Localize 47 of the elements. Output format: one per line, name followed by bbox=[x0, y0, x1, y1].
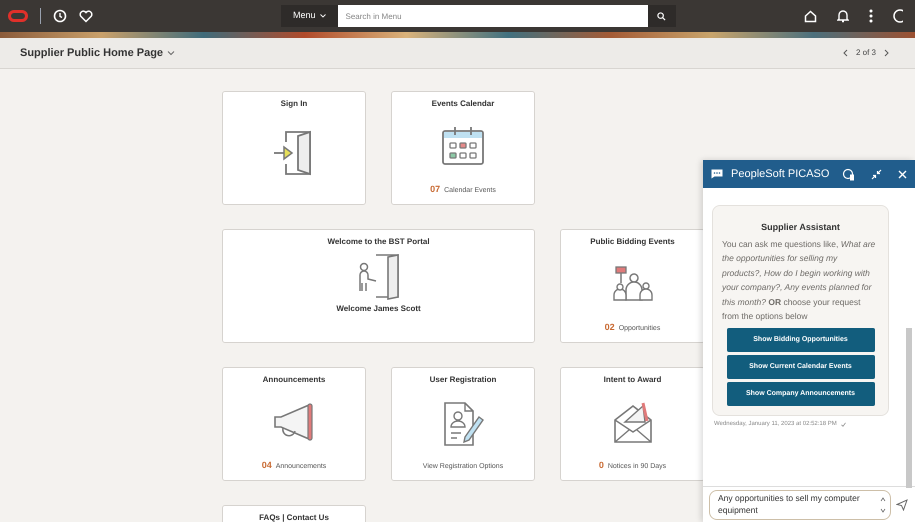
logo-icon[interactable] bbox=[8, 10, 28, 22]
tile-title: User Registration bbox=[430, 374, 496, 386]
bell-icon[interactable] bbox=[837, 9, 849, 23]
spinner-arrows-icon[interactable] bbox=[880, 494, 886, 514]
tile-title: Announcements bbox=[262, 374, 326, 386]
tile-title: FAQs | Contact Us bbox=[259, 512, 329, 522]
previous-icon[interactable] bbox=[842, 49, 848, 57]
search-button[interactable] bbox=[648, 5, 676, 27]
clock-icon[interactable] bbox=[53, 9, 67, 23]
close-icon[interactable] bbox=[898, 170, 907, 178]
tile[interactable]: Welcome to the BST Portal Welcome James Scott bbox=[222, 229, 535, 343]
scrollbar[interactable] bbox=[906, 328, 912, 488]
tile-count: 0 bbox=[598, 458, 604, 472]
chat-icon bbox=[711, 169, 723, 179]
card-title: Supplier Assistant bbox=[760, 221, 841, 234]
people-sign-icon bbox=[612, 266, 654, 302]
tile-title: Intent to Award bbox=[604, 374, 662, 386]
message-input[interactable]: Any opportunities to sell my computer equipment bbox=[709, 490, 891, 520]
tile[interactable]: FAQs | Contact Us bbox=[222, 505, 366, 522]
form-pencil-icon bbox=[441, 400, 485, 447]
tile-count: 07 bbox=[430, 182, 440, 196]
minimize-icon[interactable] bbox=[871, 168, 882, 180]
check-icon bbox=[840, 422, 846, 426]
tile-title: Public Bidding Events bbox=[590, 236, 675, 248]
page-title: Supplier Public Home Page bbox=[20, 46, 164, 61]
chevron-down-icon[interactable] bbox=[167, 50, 176, 56]
tile-title: Welcome to the BST Portal bbox=[327, 236, 430, 248]
assistant-icon[interactable] bbox=[842, 168, 855, 180]
tile-title: Sign In bbox=[280, 98, 308, 110]
search-icon bbox=[657, 12, 666, 20]
welcome-text: Welcome James Scott bbox=[336, 303, 421, 315]
next-icon[interactable] bbox=[884, 49, 889, 57]
menu-button[interactable]: Menu bbox=[281, 5, 338, 27]
calendar-icon bbox=[441, 126, 485, 166]
caret-icon bbox=[320, 14, 326, 18]
page-indicator: 2 of 3 bbox=[856, 47, 876, 59]
send-icon[interactable] bbox=[896, 498, 908, 510]
chat-title: PeopleSoft PICASO bbox=[731, 166, 830, 182]
assistant-message: You can ask me questions like, What are the opportunities for selling my products?, How do I begin working with your company?, Any events planned for this month? OR choose your request from the options below bbox=[722, 238, 876, 323]
heart-icon[interactable] bbox=[79, 10, 93, 22]
home-icon[interactable] bbox=[804, 10, 817, 22]
tile-title: Events Calendar bbox=[432, 98, 494, 110]
tile-count: 04 bbox=[262, 458, 272, 472]
tile-count: 02 bbox=[604, 320, 615, 334]
search-field[interactable]: Search in Menu bbox=[338, 5, 648, 27]
tile[interactable]: Sign In bbox=[222, 91, 366, 205]
more-icon[interactable] bbox=[869, 9, 873, 23]
